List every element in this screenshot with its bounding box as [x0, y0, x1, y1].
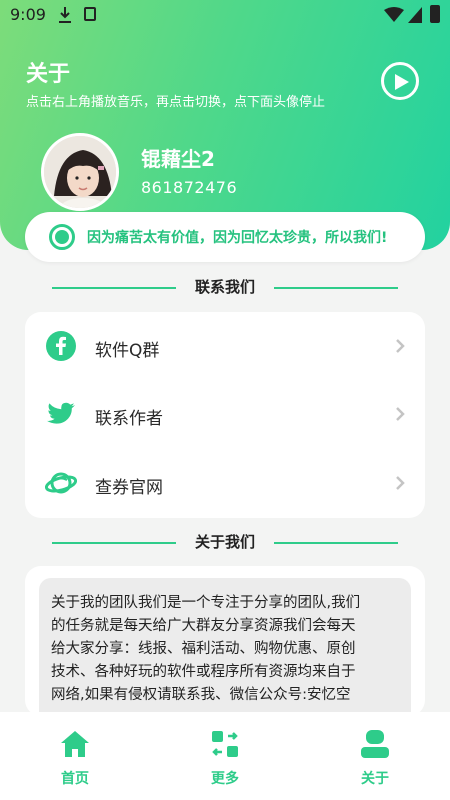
page-title: 关于: [26, 62, 71, 87]
page-subtitle: 点击右上角播放音乐，再点击切换，点下面头像停止: [26, 95, 326, 110]
wifi-icon: [384, 7, 404, 22]
chevron-right-icon: [396, 407, 405, 421]
tab-about[interactable]: 关于: [300, 712, 450, 800]
list-item-label: 软件Q群: [95, 341, 160, 361]
about-card: 关于我的团队我们是一个专注于分享的团队,我们 的任务就是每天给广大群友分享资源我…: [25, 566, 425, 728]
user-id: 861872476: [141, 178, 238, 197]
about-line: 技术、各种好玩的软件或程序所有资源均来自于: [51, 664, 356, 680]
about-text: 关于我的团队我们是一个专注于分享的团队,我们 的任务就是每天给广大群友分享资源我…: [51, 592, 403, 707]
contact-section-title: 联系我们: [0, 276, 450, 300]
avatar[interactable]: [41, 133, 119, 211]
user-name: 锟藉尘2: [141, 147, 215, 171]
download-icon: [59, 7, 71, 23]
divider: [274, 542, 398, 544]
battery-icon: [430, 5, 440, 23]
chevron-right-icon: [396, 339, 405, 353]
play-music-icon[interactable]: [381, 62, 419, 100]
about-line: 网络,如果有侵权请联系我、微信公众号:安忆空: [51, 687, 351, 703]
divider: [274, 287, 398, 289]
about-section-title: 关于我们: [0, 531, 450, 555]
tab-label: 首页: [61, 771, 89, 787]
bottom-tab-bar: 首页 更多 关于: [0, 712, 450, 800]
status-bar: 9:09: [0, 0, 450, 30]
record-icon: [49, 224, 75, 250]
list-item-label: 联系作者: [95, 409, 163, 429]
notice-text: 因为痛苦太有价值，因为回忆太珍贵，所以我们!: [87, 230, 388, 246]
status-time: 9:09: [10, 5, 46, 24]
app-notification-icon: [84, 7, 96, 21]
user-icon: [361, 730, 389, 758]
notice-banner: 因为痛苦太有价值，因为回忆太珍贵，所以我们!: [25, 212, 425, 262]
signal-icon: [408, 7, 422, 23]
list-item-label: 查券官网: [95, 478, 163, 498]
list-item-coupon-site[interactable]: 查券官网: [25, 449, 425, 517]
tab-home[interactable]: 首页: [0, 712, 150, 800]
list-item-contact-author[interactable]: 联系作者: [25, 380, 425, 448]
about-line: 给大家分享：线报、福利活动、购物优惠、原创: [51, 641, 356, 657]
planet-icon: [45, 472, 77, 494]
about-text-panel: 关于我的团队我们是一个专注于分享的团队,我们 的任务就是每天给广大群友分享资源我…: [39, 578, 411, 728]
twitter-icon: [47, 402, 75, 424]
list-item-qq-group[interactable]: 软件Q群: [25, 312, 425, 380]
tab-more[interactable]: 更多: [150, 712, 300, 800]
contact-list: 软件Q群 联系作者 查券官网: [25, 312, 425, 518]
tab-label: 关于: [361, 771, 389, 787]
about-line: 关于我的团队我们是一个专注于分享的团队,我们: [51, 595, 361, 611]
home-icon: [61, 731, 89, 757]
tab-label: 更多: [211, 771, 239, 787]
chevron-right-icon: [396, 476, 405, 490]
apps-icon: [212, 731, 238, 757]
about-line: 的任务就是每天给广大群友分享资源我们会每天: [51, 618, 356, 634]
facebook-icon: [46, 331, 76, 361]
